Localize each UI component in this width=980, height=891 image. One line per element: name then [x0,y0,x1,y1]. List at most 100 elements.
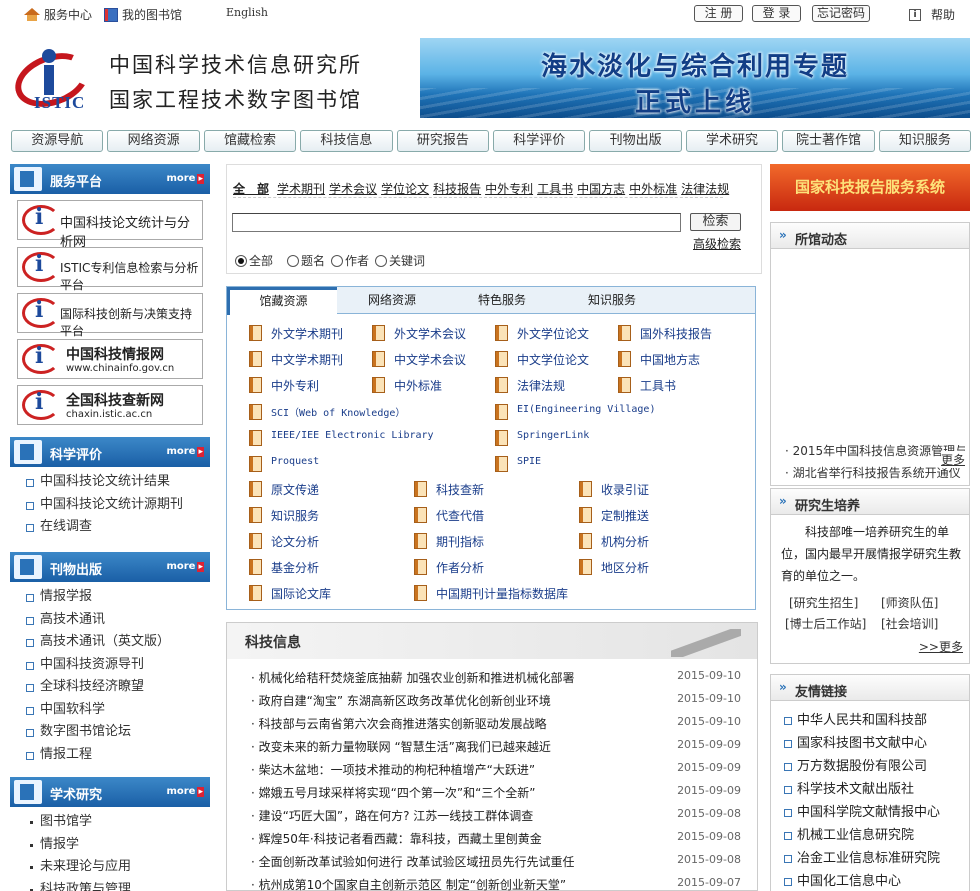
nav-academic-research[interactable]: 学术研究 [685,130,779,152]
search-tab[interactable]: 中外标准 [629,180,677,197]
friendly-link[interactable]: 中华人民共和国科技部 [771,709,969,732]
nav-sci-evaluation[interactable]: 科学评价 [493,130,586,152]
database-link[interactable]: IEEE/IEE Electronic Library [245,430,434,446]
service-center-link[interactable]: 服务中心 [24,6,92,23]
tab-network-resources[interactable]: 网络资源 [337,287,447,314]
service-link[interactable]: 基金分析 [245,559,319,576]
service-link[interactable]: 代查代借 [410,507,484,524]
nav-sci-info[interactable]: 科技信息 [300,130,393,152]
nav-knowledge-services[interactable]: 知识服务 [878,130,972,152]
list-item[interactable]: 高技术通讯（英文版） [25,631,170,654]
list-item[interactable]: 高技术通讯 [25,609,170,632]
more-link[interactable]: more [166,173,204,184]
more-link[interactable]: 更多 [940,451,965,468]
nav-research-reports[interactable]: 研究报告 [396,130,490,152]
resource-link[interactable]: 中文学术期刊 [245,351,343,368]
search-tab[interactable]: 学术期刊 [277,180,325,197]
service-link[interactable]: 论文分析 [245,533,319,550]
platform-link-chinainfo[interactable]: 中国科技情报网www.chinainfo.gov.cn [17,339,203,379]
tab-featured-services[interactable]: 特色服务 [447,287,557,314]
friendly-link[interactable]: 国家科技图书文献中心 [771,732,969,755]
service-link[interactable]: 国际论文库 [245,585,331,602]
resource-link[interactable]: 外文学术会议 [368,325,466,342]
friendly-link[interactable]: 冶金工业信息标准研究院 [771,847,969,870]
news-item[interactable]: · 建设“巧匠大国”，路在何方? 江苏一线技工群体调查 2015-09-08 [251,807,741,830]
radio-title[interactable]: 题名 [287,252,325,269]
list-item[interactable]: 在线调查 [25,516,183,539]
resource-link[interactable]: 中文学术会议 [368,351,466,368]
news-item[interactable]: · 柴达木盆地：一项技术推动的枸杞种植增产“大跃进” 2015-09-09 [251,761,741,784]
list-item[interactable]: 科技政策与管理 [25,879,131,891]
news-item[interactable]: · 辉煌50年·科技记者看西藏：靠科技，西藏土里刨黄金 2015-09-08 [251,830,741,853]
login-button[interactable]: 登 录 [752,5,801,22]
friendly-link[interactable]: 万方数据股份有限公司 [771,755,969,778]
more-link[interactable]: more [166,561,204,572]
my-library-link[interactable]: 我的图书馆 [104,6,182,23]
news-item[interactable]: · 湖北省举行科技报告系统开通仪 [785,464,965,480]
news-item[interactable]: · 改变未来的新力量物联网 “智慧生活”离我们已越来越近 2015-09-09 [251,738,741,761]
service-link[interactable]: 收录引证 [575,481,649,498]
news-item[interactable]: · 2015年中国科技信息资源管理与 [785,442,965,459]
service-link[interactable]: 期刊指标 [410,533,484,550]
database-link[interactable]: SCI（Web of Knowledge） [245,404,405,420]
platform-link-innovation[interactable]: 国际科技创新与决策支持平台 [17,293,203,338]
list-item[interactable]: 中国科技论文统计结果 [25,471,183,494]
service-link[interactable]: 作者分析 [410,559,484,576]
list-item[interactable]: 情报学报 [25,586,170,609]
list-item[interactable]: 中国科技论文统计源期刊 [25,494,183,517]
list-item[interactable]: 全球科技经济瞭望 [25,676,170,699]
nav-network-resources[interactable]: 网络资源 [107,130,200,152]
friendly-link[interactable]: 科学技术文献出版社 [771,778,969,801]
grad-link[interactable]: [研究生招生] [789,594,858,611]
grad-link[interactable]: [社会培训] [881,615,938,632]
radio-author[interactable]: 作者 [331,252,369,269]
istic-logo[interactable]: ISTIC 中国科学技术信息研究所 国家工程技术数字图书馆 [7,43,412,120]
search-button[interactable]: 检索 [690,213,741,231]
service-link[interactable]: 机构分析 [575,533,649,550]
friendly-link[interactable]: 机械工业信息研究院 [771,824,969,847]
tech-report-system-banner[interactable]: 国家科技报告服务系统 [770,164,970,211]
search-input[interactable] [232,213,681,232]
tab-collection-resources[interactable]: 馆藏资源 [227,287,337,315]
nav-publications[interactable]: 刊物出版 [589,130,682,152]
friendly-link[interactable]: 中国科学院文献情报中心 [771,801,969,824]
service-link[interactable]: 科技查新 [410,481,484,498]
list-item[interactable]: 中国科技资源导刊 [25,654,170,677]
list-item[interactable]: 未来理论与应用 [25,856,131,879]
more-link[interactable]: more [166,786,204,797]
register-button[interactable]: 注 册 [694,5,743,22]
service-link[interactable]: 定制推送 [575,507,649,524]
search-tab[interactable]: 学位论文 [381,180,429,197]
more-link[interactable]: more [166,446,204,457]
tab-knowledge-services[interactable]: 知识服务 [557,287,667,314]
news-item[interactable]: · 科技部与云南省第六次会商推进落实创新驱动发展战略 2015-09-10 [251,715,741,738]
nav-academician-works[interactable]: 院士著作馆 [782,130,875,152]
nav-collection-search[interactable]: 馆藏检索 [203,130,297,152]
search-tab[interactable]: 中外专利 [485,180,533,197]
resource-link[interactable]: 外文学术期刊 [245,325,343,342]
search-tab[interactable]: 工具书 [537,180,573,197]
resource-link[interactable]: 外文学位论文 [491,325,589,342]
radio-keyword[interactable]: 关键词 [375,252,425,269]
news-item[interactable]: · 机械化给秸秆焚烧釜底抽薪 加强农业创新和推进机械化部署 2015-09-10 [251,669,741,692]
grad-link[interactable]: [博士后工作站] [785,615,866,632]
platform-link-paper-stats[interactable]: 中国科技论文统计与分析网 [17,200,203,250]
forgot-password-button[interactable]: 忘记密码 [812,5,870,22]
nav-resource-guide[interactable]: 资源导航 [11,130,104,152]
platform-link-patent[interactable]: ISTIC专利信息检索与分析平台 [17,247,203,292]
resource-link[interactable]: 国外科技报告 [614,325,712,342]
news-item[interactable]: · 杭州成第10个国家自主创新示范区 制定“创新创业新天堂” 2015-09-07 [251,876,741,891]
service-link[interactable]: 中国期刊计量指标数据库 [410,585,568,602]
search-tab[interactable]: 学术会议 [329,180,377,197]
friendly-link[interactable]: 中国化工信息中心 [771,870,969,891]
resource-link[interactable]: 中外专利 [245,377,319,394]
search-tab[interactable]: 中国方志 [577,180,625,197]
grad-link[interactable]: [师资队伍] [881,594,938,611]
platform-link-chaxin[interactable]: 全国科技查新网chaxin.istic.ac.cn [17,385,203,425]
resource-link[interactable]: 中外标准 [368,377,442,394]
list-item[interactable]: 图书馆学 [25,811,131,834]
list-item[interactable]: 情报工程 [25,744,170,767]
desalination-banner[interactable]: 海水淡化与综合利用专题 正式上线 [420,38,970,118]
database-link[interactable]: SPIE [491,456,541,472]
news-item[interactable]: · 全面创新改革试验如何进行 改革试验区域扭员先行先试重任 2015-09-08 [251,853,741,876]
